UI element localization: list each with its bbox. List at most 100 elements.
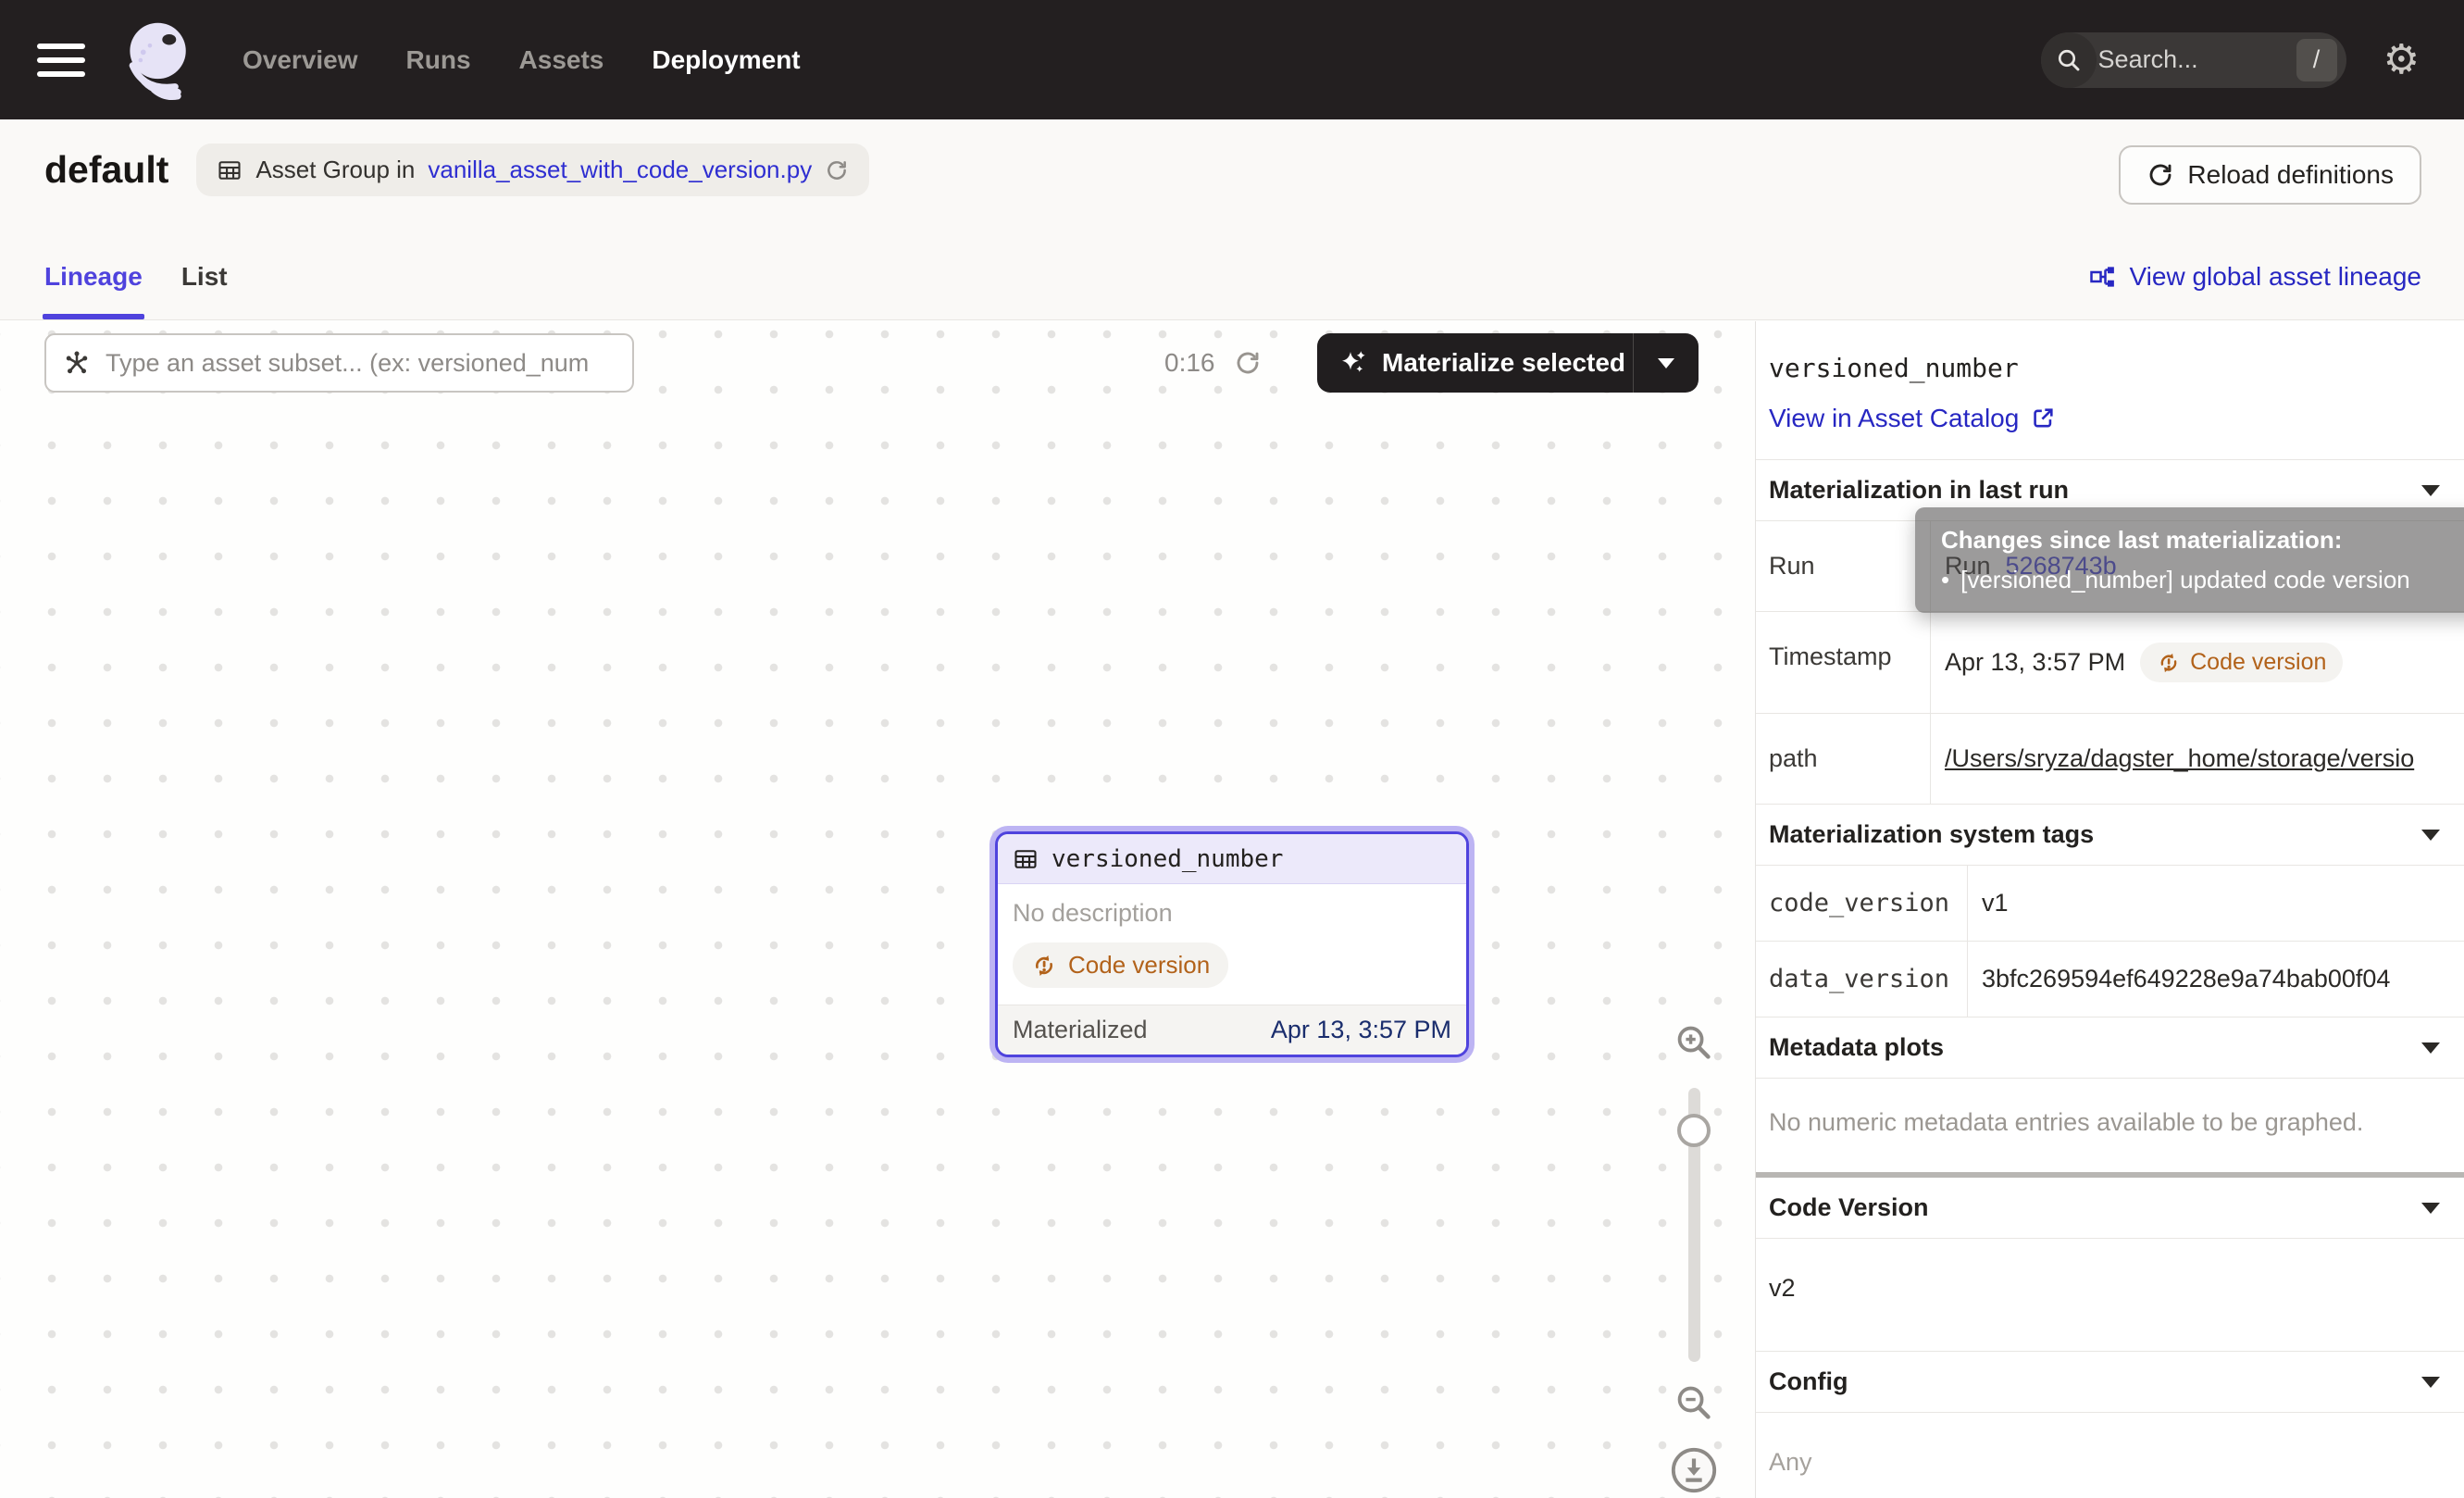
lineage-graph-icon [2089,263,2117,291]
materialized-timestamp-link[interactable]: Apr 13, 3:57 PM [1271,1016,1451,1044]
asset-group-chip: Asset Group in vanilla_asset_with_code_v… [196,144,869,196]
timestamp-value: Apr 13, 3:57 PM [1945,648,2125,677]
refresh-timer: 0:16 [1164,333,1262,393]
materialize-selected-button[interactable]: Materialize selected [1317,333,1699,393]
section-header-metadata-plots[interactable]: Metadata plots [1756,1017,2464,1078]
table-row: data_version 3bfc269594ef649228e9a74bab0… [1756,941,2464,1017]
asset-node-body: No description Code version [998,884,1466,1005]
nav-item-runs[interactable]: Runs [406,45,471,75]
table-row: code_version v1 [1756,865,2464,941]
chevron-down-icon [1658,358,1674,368]
search-shortcut-hint: / [2296,39,2337,81]
asset-group-file-link[interactable]: vanilla_asset_with_code_version.py [428,156,812,184]
search-icon [2041,32,2097,88]
page-header: default Asset Group in vanilla_asset_wit… [0,119,2464,320]
asset-detail-panel: versioned_number View in Asset Catalog M… [1755,321,2464,1498]
system-tags-table: code_version v1 data_version 3bfc269594e… [1756,865,2464,1017]
tag-label: data_version [1756,942,1968,1017]
sync-alert-icon [2157,651,2181,675]
download-image-icon[interactable] [1669,1445,1719,1495]
materialized-status-label: Materialized [1013,1016,1148,1044]
tab-list-label: List [181,262,228,292]
section-title: Materialization in last run [1769,476,2069,505]
tag-label: code_version [1756,866,1968,941]
asset-node-description: No description [1013,899,1451,928]
asset-node-header: versioned_number [998,834,1466,884]
table-icon [1013,846,1039,872]
view-in-asset-catalog-link[interactable]: View in Asset Catalog [1769,404,2451,433]
dagster-logo-icon[interactable] [117,18,202,103]
chevron-down-icon [2421,1203,2440,1214]
tooltip-item-text: [versioned_number] updated code version [1960,566,2410,594]
tag-value: v1 [1968,866,2464,941]
hamburger-menu-icon[interactable] [37,44,85,77]
refresh-icon[interactable] [825,158,849,182]
section-header-config[interactable]: Config [1756,1351,2464,1412]
config-value: Any [1756,1412,2464,1498]
run-row-label: Run [1756,521,1931,611]
materialize-selected-label: Materialize selected [1382,348,1625,378]
section-header-code-version[interactable]: Code Version [1756,1178,2464,1238]
gear-icon[interactable]: ⚙ [2383,40,2420,81]
code-version-badge-label: Code version [2190,649,2326,676]
chevron-down-icon [2421,830,2440,841]
code-version-badge[interactable]: Code version [2140,643,2343,682]
changes-since-materialization-tooltip: Changes since last materialization: • [v… [1915,507,2464,613]
path-link[interactable]: /Users/sryza/dagster_home/storage/versio [1945,744,2414,773]
zoom-in-icon[interactable] [1672,1020,1716,1065]
asset-graph-splat-icon [63,349,91,377]
tab-lineage-label: Lineage [44,262,143,292]
view-global-asset-lineage-link[interactable]: View global asset lineage [2089,262,2421,292]
topbar-right: / ⚙ [2041,32,2420,88]
nav-item-assets[interactable]: Assets [519,45,604,75]
view-global-asset-lineage-label: View global asset lineage [2130,262,2421,292]
top-navigation-bar: Overview Runs Assets Deployment / ⚙ [0,0,2464,119]
active-tab-underline [43,314,144,319]
nav-item-overview[interactable]: Overview [243,45,358,75]
section-title: Materialization system tags [1769,820,2094,849]
refresh-icon[interactable] [1234,349,1262,377]
tooltip-title: Changes since last materialization: [1941,526,2464,555]
path-row-label: path [1756,714,1931,804]
zoom-controls [1669,1020,1719,1495]
code-version-badge-label: Code version [1068,951,1210,980]
path-row: path /Users/sryza/dagster_home/storage/v… [1756,713,2464,804]
global-search[interactable]: / [2041,32,2346,88]
section-header-system-tags[interactable]: Materialization system tags [1756,804,2464,865]
tag-value: 3bfc269594ef649228e9a74bab00f04 [1968,942,2464,1017]
zoom-slider-handle[interactable] [1677,1114,1711,1147]
search-input[interactable] [2097,44,2296,75]
table-icon [217,157,243,183]
asset-subset-filter[interactable] [44,333,634,393]
timestamp-row-value: Apr 13, 3:57 PM Code version [1931,612,2464,713]
reload-definitions-button[interactable]: Reload definitions [2119,145,2421,205]
chevron-down-icon [2421,1377,2440,1388]
materialize-main[interactable]: Materialize selected [1317,348,1633,378]
zoom-out-icon[interactable] [1672,1380,1716,1425]
tab-list[interactable]: List [181,234,228,319]
asset-node-footer: Materialized Apr 13, 3:57 PM [998,1005,1466,1055]
timestamp-row-label: Timestamp [1756,612,1931,713]
dagster-app: Overview Runs Assets Deployment / ⚙ defa… [0,0,2464,1498]
page-title: default [44,148,168,192]
asset-group-label: Asset Group in [255,156,415,184]
section-title: Code Version [1769,1193,1929,1222]
sparkles-icon [1339,349,1367,377]
tooltip-item: • [versioned_number] updated code versio… [1941,566,2464,594]
asset-node-versioned-number[interactable]: versioned_number No description Code ver… [995,831,1469,1057]
materialize-dropdown-toggle[interactable] [1634,358,1699,368]
path-row-value: /Users/sryza/dagster_home/storage/versio [1931,714,2464,804]
view-tabs: Lineage List [44,234,228,319]
tab-lineage[interactable]: Lineage [44,234,143,319]
code-version-badge[interactable]: Code version [1013,942,1228,988]
chevron-down-icon [2421,485,2440,496]
nav-item-deployment[interactable]: Deployment [652,45,800,75]
asset-subset-input[interactable] [104,348,616,379]
sync-alert-icon [1031,953,1057,979]
tag-value-text: v1 [1982,889,2009,918]
refresh-countdown: 0:16 [1164,348,1215,378]
zoom-slider[interactable] [1688,1088,1700,1362]
chevron-down-icon [2421,1042,2440,1054]
lineage-canvas[interactable]: 0:16 Materialize selected versioned_numb… [0,321,1755,1498]
panel-title-block: versioned_number View in Asset Catalog [1756,321,2464,459]
